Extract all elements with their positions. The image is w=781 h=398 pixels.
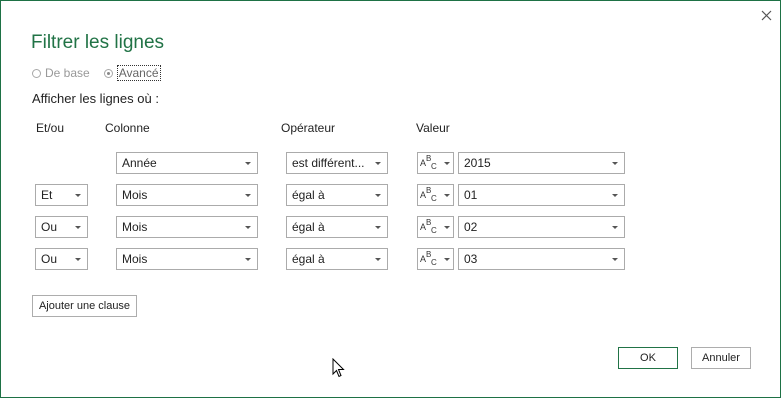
radio-unchecked-icon (32, 68, 41, 78)
value-dropdown-value: 02 (464, 220, 478, 234)
header-value: Valeur (416, 121, 450, 135)
svg-text:C: C (431, 162, 437, 171)
radio-checked-icon (103, 68, 113, 78)
mode-basic-radio[interactable]: De base (32, 66, 90, 80)
chevron-down-icon (441, 225, 453, 229)
chevron-down-icon (608, 193, 622, 197)
mouse-pointer-icon (332, 358, 345, 378)
column-dropdown[interactable]: Mois (116, 184, 258, 206)
chevron-down-icon (371, 193, 385, 197)
andor-dropdown-value: Et (41, 188, 53, 202)
andor-dropdown-value: Ou (41, 220, 58, 234)
operator-dropdown-value: égal à (292, 220, 325, 234)
chevron-down-icon (241, 225, 255, 229)
operator-dropdown-value: égal à (292, 252, 325, 266)
svg-text:C: C (431, 226, 437, 235)
andor-dropdown[interactable]: Et (35, 184, 88, 206)
chevron-down-icon (441, 193, 453, 197)
ok-button[interactable]: OK (618, 347, 678, 369)
operator-dropdown[interactable]: est différent... (286, 152, 388, 174)
header-column: Colonne (105, 121, 150, 135)
close-icon[interactable] (757, 6, 775, 24)
abc-type-icon: A B C (420, 154, 437, 171)
chevron-down-icon (371, 225, 385, 229)
cancel-button[interactable]: Annuler (691, 347, 751, 369)
column-dropdown-value: Mois (122, 220, 148, 234)
value-dropdown[interactable]: 2015 (458, 152, 625, 174)
svg-text:C: C (431, 258, 437, 267)
andor-dropdown[interactable]: Ou (35, 248, 88, 270)
column-dropdown-value: Mois (122, 188, 148, 202)
chevron-down-icon (441, 161, 453, 165)
andor-dropdown-value: Ou (41, 252, 58, 266)
value-dropdown[interactable]: 01 (458, 184, 625, 206)
chevron-down-icon (441, 257, 453, 261)
chevron-down-icon (241, 161, 255, 165)
value-type-button[interactable]: A B C (417, 184, 454, 206)
value-dropdown[interactable]: 03 (458, 248, 625, 270)
chevron-down-icon (71, 257, 85, 261)
chevron-down-icon (71, 193, 85, 197)
operator-dropdown[interactable]: égal à (286, 184, 388, 206)
andor-dropdown[interactable]: Ou (35, 216, 88, 238)
column-dropdown[interactable]: Année (116, 152, 258, 174)
svg-text:C: C (431, 194, 437, 203)
mode-radio-group: De base Avancé (32, 65, 175, 81)
abc-type-icon: A B C (420, 186, 437, 203)
add-clause-button[interactable]: Ajouter une clause (32, 295, 137, 317)
mode-advanced-radio[interactable]: Avancé (103, 65, 161, 81)
chevron-down-icon (608, 257, 622, 261)
operator-dropdown[interactable]: égal à (286, 216, 388, 238)
chevron-down-icon (241, 193, 255, 197)
value-dropdown[interactable]: 02 (458, 216, 625, 238)
abc-type-icon: A B C (420, 218, 437, 235)
column-dropdown[interactable]: Mois (116, 216, 258, 238)
column-dropdown[interactable]: Mois (116, 248, 258, 270)
chevron-down-icon (608, 161, 622, 165)
mode-advanced-label: Avancé (116, 65, 161, 81)
filter-rows-dialog: Filtrer les lignes De base Avancé Affich… (0, 0, 781, 398)
chevron-down-icon (71, 225, 85, 229)
dialog-title: Filtrer les lignes (31, 32, 165, 53)
column-dropdown-value: Année (122, 156, 157, 170)
operator-dropdown-value: est différent... (292, 156, 365, 170)
chevron-down-icon (371, 161, 385, 165)
operator-dropdown[interactable]: égal à (286, 248, 388, 270)
section-subtitle: Afficher les lignes où : (32, 91, 159, 106)
abc-type-icon: A B C (420, 250, 437, 267)
operator-dropdown-value: égal à (292, 188, 325, 202)
value-dropdown-value: 2015 (464, 156, 491, 170)
mode-basic-label: De base (45, 66, 90, 80)
value-dropdown-value: 03 (464, 252, 478, 266)
header-andor: Et/ou (36, 121, 65, 135)
value-type-button[interactable]: A B C (417, 152, 454, 174)
value-type-button[interactable]: A B C (417, 216, 454, 238)
chevron-down-icon (241, 257, 255, 261)
chevron-down-icon (371, 257, 385, 261)
column-dropdown-value: Mois (122, 252, 148, 266)
value-type-button[interactable]: A B C (417, 248, 454, 270)
value-dropdown-value: 01 (464, 188, 478, 202)
header-operator: Opérateur (281, 121, 336, 135)
chevron-down-icon (608, 225, 622, 229)
